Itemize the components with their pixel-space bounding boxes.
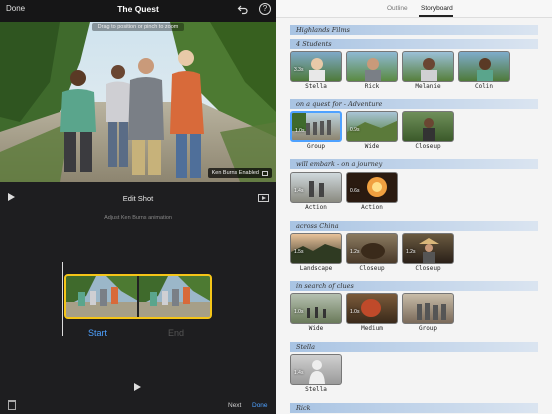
shot-duration: 1.5s — [294, 249, 304, 255]
shot-label: Group — [418, 325, 438, 332]
shot-duration: 1.0s — [295, 128, 305, 134]
end-label[interactable]: End — [168, 328, 184, 338]
shot-duration: 1.2s — [406, 249, 416, 255]
section-title[interactable]: in search of clues — [290, 281, 538, 291]
tab-storyboard[interactable]: Storyboard — [421, 5, 453, 12]
shot-label: Closeup — [415, 265, 441, 272]
shot-thumbnail[interactable]: 3.3s — [290, 51, 342, 82]
shot-label: Stella — [305, 83, 327, 90]
shot-duration: 0.9s — [350, 127, 360, 133]
drag-hint: Drag to position or pinch to zoom — [0, 23, 276, 31]
undo-icon[interactable] — [237, 3, 249, 15]
shot-thumbnail[interactable]: 1.0s — [346, 293, 398, 324]
playhead[interactable] — [62, 262, 63, 336]
shot-thumbnail[interactable]: 1.5s — [290, 233, 342, 264]
shot-label: Action — [305, 204, 327, 211]
shot-label: Stella — [305, 386, 327, 393]
shot-thumbnail[interactable]: 1.2s — [346, 233, 398, 264]
clip-filmstrip[interactable] — [64, 274, 212, 319]
ken-burns-badge: Ken Burns Enabled — [207, 168, 272, 178]
shot-thumbnail[interactable]: 0.6s — [346, 172, 398, 203]
shot-thumbnail[interactable] — [402, 293, 454, 324]
section-title[interactable]: across China — [290, 221, 538, 231]
shot-duration: 1.0s — [294, 309, 304, 315]
shot-label: Closeup — [415, 143, 441, 150]
bottom-bar: Next Done — [0, 396, 276, 414]
help-icon[interactable]: ? — [259, 3, 271, 15]
shot-thumbnail[interactable]: 1.4s — [290, 354, 342, 385]
shot-duration: 1.2s — [350, 249, 360, 255]
shot-thumbnail[interactable] — [402, 111, 454, 142]
section-title[interactable]: Stella — [290, 342, 538, 352]
shot-thumbnail[interactable] — [458, 51, 510, 82]
shot-duration: 3.3s — [294, 67, 304, 73]
start-label[interactable]: Start — [88, 328, 107, 338]
shot-label: Group — [306, 143, 326, 150]
ken-burns-label: Ken Burns Enabled — [211, 170, 259, 176]
section-title[interactable]: on a quest for - Adventure — [290, 99, 538, 109]
shot-label: Rick — [364, 83, 380, 90]
clip-thumbnails — [66, 276, 210, 317]
shot-label: Wide — [308, 325, 324, 332]
done-bottom-button[interactable]: Done — [252, 402, 268, 409]
shot-label: Closeup — [359, 265, 385, 272]
section-title[interactable]: 4 Students — [290, 39, 538, 49]
section-title[interactable]: will embark - on a journey — [290, 159, 538, 169]
section-title[interactable]: Rick — [290, 403, 538, 413]
shot-duration: 1.0s — [350, 309, 360, 315]
play-bar: Edit Shot — [0, 188, 276, 208]
shot-image — [417, 303, 446, 320]
video-viewer[interactable]: Drag to position or pinch to zoom Ken Bu… — [0, 22, 276, 182]
tab-outline[interactable]: Outline — [387, 5, 408, 12]
shot-thumbnail[interactable]: 1.0s — [290, 111, 342, 142]
shot-thumbnail[interactable]: 0.9s — [346, 111, 398, 142]
trash-icon[interactable] — [8, 400, 16, 410]
section-title[interactable]: Highlands Films — [290, 25, 538, 35]
shot-label: Colin — [474, 83, 494, 90]
shot-thumbnail[interactable] — [346, 51, 398, 82]
storyboard-panel: Outline Storyboard Highlands Films 4 Stu… — [276, 0, 552, 414]
shot-duration: 1.4s — [294, 370, 304, 376]
shot-label: Melanie — [415, 83, 441, 90]
preview-play-icon[interactable] — [134, 383, 141, 391]
edit-shot-label: Edit Shot — [122, 194, 154, 203]
shot-thumbnail[interactable]: 1.4s — [290, 172, 342, 203]
shot-label: Action — [361, 204, 383, 211]
tab-bar: Outline Storyboard — [276, 0, 552, 18]
shot-image — [365, 58, 381, 81]
shot-label: Wide — [364, 143, 380, 150]
shot-label: Medium — [361, 325, 383, 332]
shot-image — [423, 118, 435, 141]
shot-duration: 1.4s — [294, 188, 304, 194]
shot-thumbnail[interactable]: 1.0s — [290, 293, 342, 324]
editor-panel: Done The Quest ? Drag to position or pin… — [0, 0, 276, 414]
top-bar: Done The Quest ? — [0, 0, 276, 22]
shot-thumbnail[interactable]: 1.2s — [402, 233, 454, 264]
shot-image — [421, 58, 437, 81]
project-title: The Quest — [117, 4, 159, 14]
adjust-hint: Adjust Ken Burns animation — [104, 215, 172, 221]
video-frame-image — [0, 22, 276, 182]
shot-image — [477, 58, 493, 81]
shot-duration: 0.6s — [350, 188, 360, 194]
shot-label: Landscape — [299, 265, 333, 272]
shot-thumbnail[interactable] — [402, 51, 454, 82]
ken-burns-icon — [262, 170, 268, 176]
fullscreen-icon[interactable] — [258, 194, 269, 202]
tab-indicator — [419, 15, 453, 17]
next-button[interactable]: Next — [228, 402, 241, 409]
